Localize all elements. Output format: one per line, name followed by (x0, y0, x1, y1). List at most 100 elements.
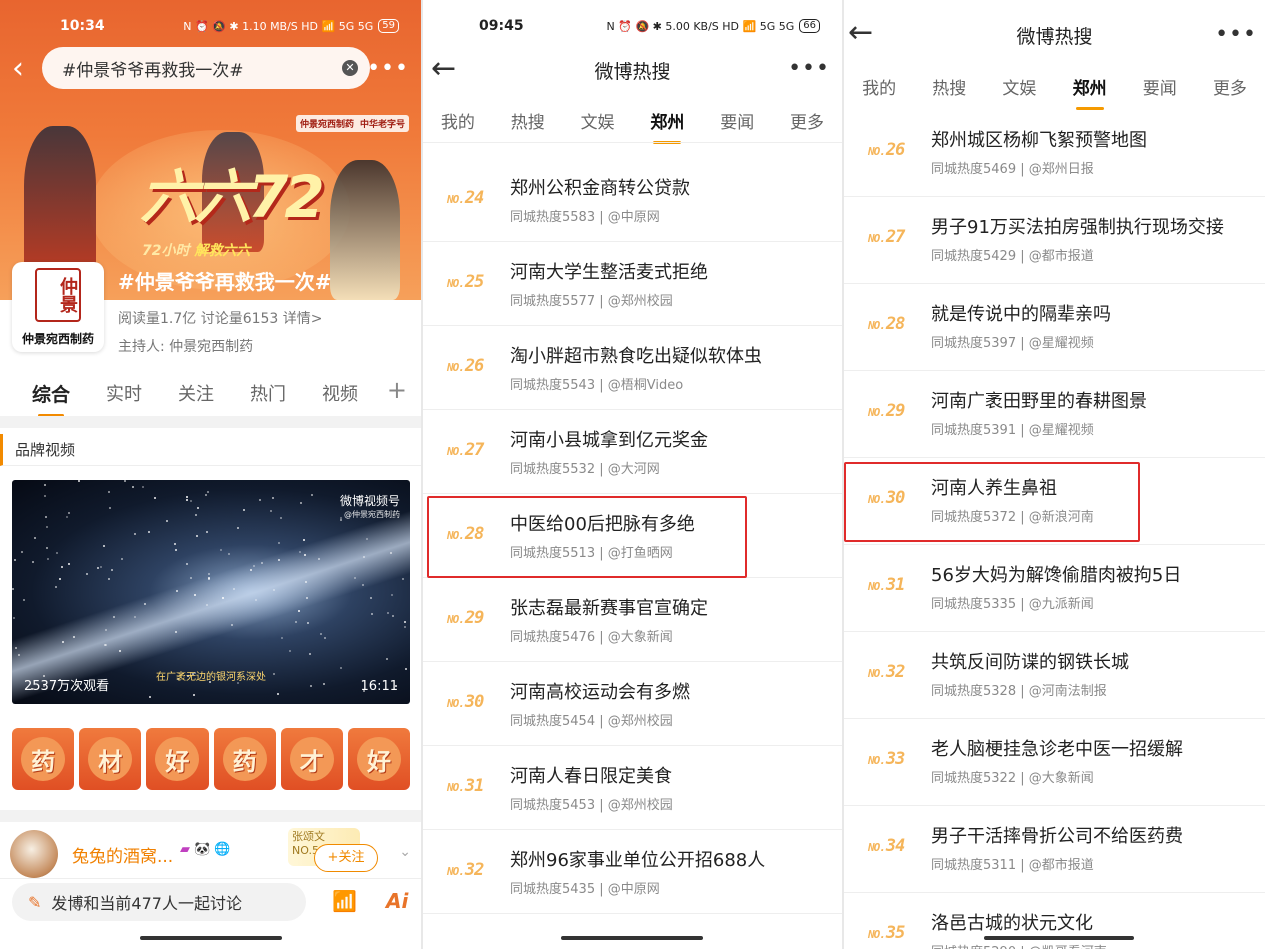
search-input[interactable]: #仲景爷爷再救我一次# ✕ (42, 47, 370, 89)
tab-mine[interactable]: 我的 (844, 74, 914, 99)
avatar[interactable] (10, 830, 58, 878)
hot-item-row[interactable]: NO.26 郑州城区杨柳飞絮预警地图 同城热度5469 | @郑州日报 (844, 110, 1265, 197)
chevron-down-icon[interactable]: ⌄ (399, 844, 411, 860)
tab-zhengzhou[interactable]: 郑州 (632, 108, 702, 144)
hot-item-row[interactable]: NO.24 郑州公积金商转公贷款 同城热度5583 | @中原网 (423, 158, 842, 242)
topic-stats[interactable]: 阅读量1.7亿 讨论量6153 详情> (118, 308, 323, 328)
hot-item-row[interactable]: NO.30 河南人养生鼻祖 同城热度5372 | @新浪河南 (844, 458, 1265, 545)
section-divider (0, 416, 421, 428)
rank-value: 29 (885, 401, 906, 421)
trend-chart-icon[interactable]: 📶 (332, 889, 357, 913)
tab-entertainment[interactable]: 文娱 (984, 74, 1054, 99)
bottom-compose-bar: ✎ 发博和当前477人一起讨论 📶 Ai (0, 878, 421, 949)
star-dot (243, 509, 245, 511)
rank-value: 26 (885, 140, 906, 160)
slogan-tiles: 药 材 好 药 才 好 (12, 728, 411, 790)
hot-item-row[interactable]: NO.31 河南人春日限定美食 同城热度5453 | @郑州校园 (423, 746, 842, 830)
tab-news[interactable]: 要闻 (1125, 74, 1195, 99)
star-dot (148, 531, 150, 533)
video-duration: 16:11 (360, 679, 398, 694)
hot-item-row[interactable]: NO.33 老人脑梗挂急诊老中医一招缓解 同城热度5322 | @大象新闻 (844, 719, 1265, 806)
hot-item-row[interactable]: NO.31 56岁大妈为解馋偷腊肉被拘5日 同城热度5335 | @九派新闻 (844, 545, 1265, 632)
tab-zhengzhou[interactable]: 郑州 (1055, 74, 1125, 110)
rank-number: NO.25 (447, 272, 484, 292)
star-dot (15, 647, 17, 649)
hot-item-row[interactable]: NO.29 河南广袤田野里的春耕图景 同城热度5391 | @星耀视频 (844, 371, 1265, 458)
tile-char: 好 (155, 737, 200, 781)
star-dot (78, 480, 80, 482)
hot-item-row[interactable]: NO.34 男子干活摔骨折公司不给医药费 同城热度5311 | @都市报道 (844, 806, 1265, 893)
brand-video[interactable]: 微博视频号 @仲景宛西制药 在广袤无边的银河系深处 2537万次观看 16:11 (12, 480, 410, 704)
hot-item-row[interactable]: NO.29 张志磊最新赛事官宣确定 同城热度5476 | @大象新闻 (423, 578, 842, 662)
star-dot (306, 597, 308, 599)
star-dot (250, 569, 252, 571)
hot-item-row[interactable]: NO.35 洛邑古城的状元文化同城热度5290 | @凯哥看河南 (844, 893, 1265, 949)
star-dot (68, 512, 70, 514)
tab-hot-search[interactable]: 热搜 (493, 108, 563, 133)
star-dot (390, 552, 392, 554)
hot-list: NO.26 郑州城区杨柳飞絮预警地图 同城热度5469 | @郑州日报 NO.27 男子… (844, 110, 1265, 949)
more-options-icon[interactable]: ••• (1215, 24, 1257, 46)
tab-entertainment[interactable]: 文娱 (563, 108, 633, 133)
tab-more[interactable]: 更多 (1195, 74, 1265, 99)
rank-value: 27 (885, 227, 906, 247)
hot-item-meta: 同城热度5335 | @九派新闻 (931, 597, 1094, 612)
hot-item-row[interactable]: NO.28 中医给00后把脉有多绝 同城热度5513 | @打鱼晒网 (423, 494, 842, 578)
add-tab-icon[interactable]: + (387, 376, 407, 404)
slogan-tile[interactable]: 材 (79, 728, 142, 790)
hot-item-meta: 同城热度5391 | @星耀视频 (931, 423, 1094, 438)
star-dot (186, 496, 188, 498)
slogan-tile[interactable]: 药 (12, 728, 75, 790)
hot-item-row[interactable]: NO.32 郑州96家事业单位公开招688人 同城热度5435 | @中原网 (423, 830, 842, 914)
hot-item-title: 就是传说中的隔辈亲吗 (931, 304, 1111, 325)
hot-item-row[interactable]: NO.28 就是传说中的隔辈亲吗 同城热度5397 | @星耀视频 (844, 284, 1265, 371)
rank-value: 28 (885, 314, 906, 334)
hot-item-meta: 同城热度5476 | @大象新闻 (510, 630, 673, 645)
tab-hot-search[interactable]: 热搜 (914, 74, 984, 99)
star-dot (61, 566, 63, 568)
slogan-tile[interactable]: 好 (347, 728, 411, 790)
back-arrow-icon[interactable]: ‹ (12, 54, 24, 84)
battery-icon: 59 (378, 19, 399, 33)
star-dot (222, 597, 224, 599)
star-dot (190, 500, 192, 502)
star-dot (104, 644, 106, 646)
ai-button[interactable]: Ai (386, 889, 408, 913)
tab-news[interactable]: 要闻 (702, 108, 772, 133)
username[interactable]: 兔兔的酒窝... (72, 842, 173, 867)
rank-prefix: NO. (447, 445, 465, 458)
more-options-icon[interactable]: ••• (367, 58, 409, 80)
hot-item-title: 老人脑梗挂急诊老中医一招缓解 (931, 739, 1183, 760)
rank-number: NO.27 (868, 227, 906, 247)
star-dot (194, 594, 196, 596)
rank-prefix: NO. (868, 841, 886, 854)
tab-realtime[interactable]: 实时 (106, 380, 142, 406)
tab-video[interactable]: 视频 (322, 380, 358, 406)
tab-hot[interactable]: 热门 (250, 380, 286, 406)
star-dot (13, 617, 15, 619)
topic-logo[interactable]: 仲景 仲景宛西制药 (12, 262, 104, 352)
slogan-tile[interactable]: 才 (280, 728, 343, 790)
tab-comprehensive[interactable]: 综合 (32, 380, 70, 417)
hot-item-row[interactable]: NO.25 河南大学生整活麦式拒绝 同城热度5577 | @郑州校园 (423, 242, 842, 326)
slogan-tile[interactable]: 好 (146, 728, 209, 790)
hot-item-row[interactable]: NO.26 淘小胖超市熟食吃出疑似软体虫 同城热度5543 | @梧桐Video (423, 326, 842, 410)
hot-item-row[interactable]: NO.27 男子91万买法拍房强制执行现场交接 同城热度5429 | @都市报道 (844, 197, 1265, 284)
hot-item-row[interactable]: NO.32 共筑反间防谍的钢铁长城 同城热度5328 | @河南法制报 (844, 632, 1265, 719)
follow-button[interactable]: +关注 (314, 844, 378, 872)
slogan-tile[interactable]: 药 (213, 728, 276, 790)
tab-following[interactable]: 关注 (178, 380, 214, 406)
hot-item-row[interactable]: NO.30 河南高校运动会有多燃 同城热度5454 | @郑州校园 (423, 662, 842, 746)
tab-mine[interactable]: 我的 (423, 108, 493, 133)
more-options-icon[interactable]: ••• (788, 58, 830, 80)
compose-input[interactable]: ✎ 发博和当前477人一起讨论 (12, 883, 306, 921)
rank-number: NO.31 (447, 776, 484, 796)
star-dot (323, 683, 325, 685)
star-dot (310, 685, 312, 687)
clear-search-icon[interactable]: ✕ (342, 60, 358, 76)
star-dot (197, 507, 199, 509)
star-dot (280, 517, 282, 519)
tab-more[interactable]: 更多 (772, 108, 842, 133)
star-dot (370, 597, 372, 599)
hot-item-row[interactable]: NO.27 河南小县城拿到亿元奖金 同城热度5532 | @大河网 (423, 410, 842, 494)
